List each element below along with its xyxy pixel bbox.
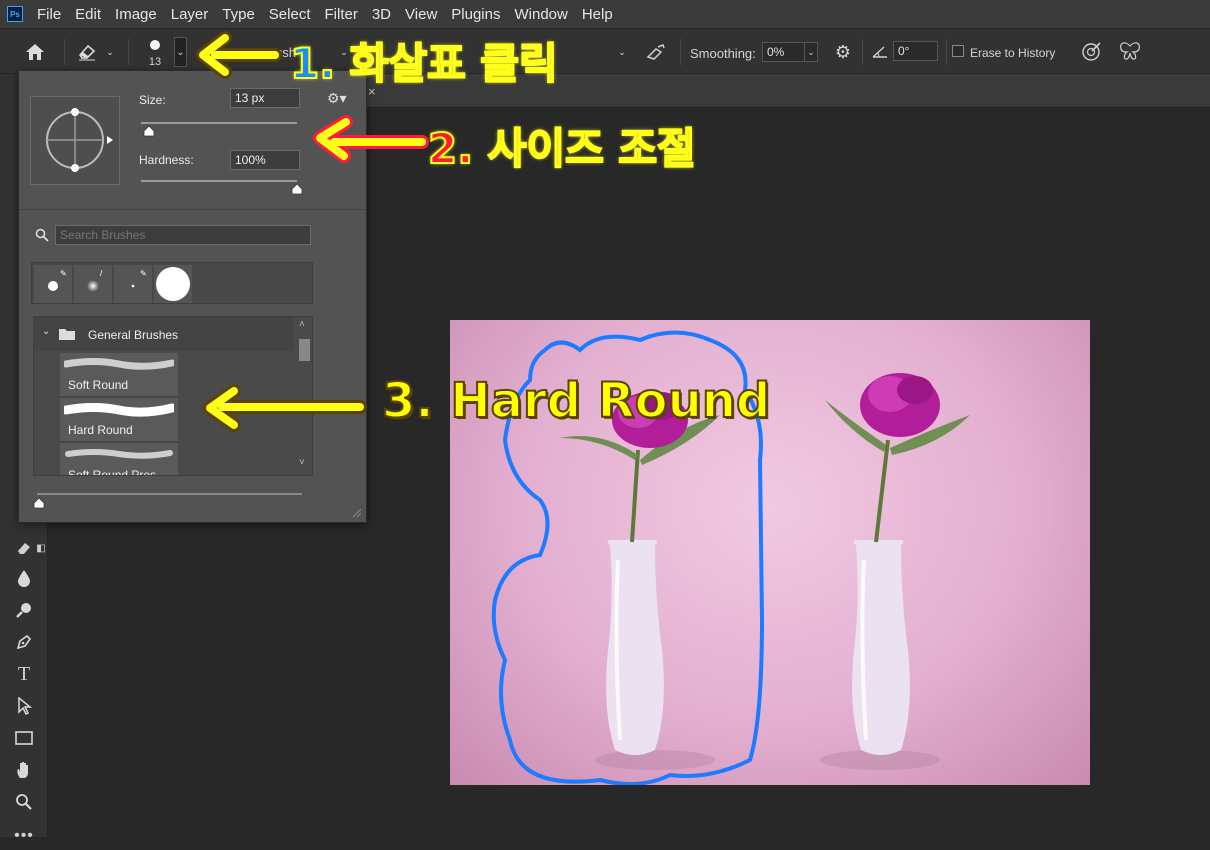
recent-brush-1[interactable]: ✎ — [34, 265, 72, 303]
brush-name-hard-round: Hard Round — [68, 423, 133, 437]
menu-3d[interactable]: 3D — [372, 6, 391, 23]
brush-item-soft-round[interactable]: Soft Round — [60, 353, 178, 397]
brush-item-soft-round-pressure[interactable]: Soft Round Pres — [60, 443, 178, 476]
brush-angle-preview[interactable] — [30, 96, 120, 185]
panel-settings-gear-icon[interactable]: ⚙▾ — [327, 90, 351, 106]
menu-help[interactable]: Help — [582, 6, 613, 23]
dodge-tool-icon[interactable] — [10, 596, 38, 624]
menu-window[interactable]: Window — [514, 6, 567, 23]
gear-icon[interactable]: ⚙ — [830, 40, 856, 64]
tool-preset-chevron-icon[interactable]: ⌄ — [104, 45, 116, 59]
annotation-step-1: 1. 화살표 클릭 — [289, 38, 559, 89]
folder-name: General Brushes — [88, 328, 179, 342]
home-icon[interactable] — [22, 40, 48, 64]
menu-edit[interactable]: Edit — [75, 6, 101, 23]
menu-file[interactable]: File — [37, 6, 61, 23]
resize-grip-icon[interactable] — [350, 506, 362, 518]
erase-history-checkbox[interactable] — [952, 45, 964, 57]
hardness-slider-thumb[interactable] — [291, 183, 303, 195]
menu-layer[interactable]: Layer — [171, 6, 209, 23]
brush-folder-general[interactable]: ⌄ General Brushes — [34, 317, 294, 351]
size-slider-track[interactable] — [141, 122, 297, 124]
preview-size-slider-thumb[interactable] — [33, 497, 45, 509]
pen-tool-icon[interactable] — [10, 628, 38, 656]
blur-tool-icon[interactable] — [10, 564, 38, 592]
eraser-icon[interactable] — [74, 40, 100, 64]
brush-item-hard-round[interactable]: Hard Round — [60, 398, 178, 442]
search-brushes-input[interactable] — [55, 225, 311, 245]
svg-text:✎: ✎ — [140, 269, 147, 278]
brush-size-value: 13 — [148, 56, 162, 68]
photoshop-logo[interactable]: Ps — [7, 6, 23, 22]
menu-select[interactable]: Select — [269, 6, 311, 23]
folder-icon — [59, 329, 75, 340]
brush-picker-arrow-button[interactable]: ⌄ — [174, 37, 187, 67]
smoothing-input[interactable]: 0% — [762, 42, 806, 62]
flow-chevron-icon[interactable]: ⌄ — [616, 45, 628, 59]
scrollbar-thumb[interactable] — [299, 339, 310, 361]
zoom-tool-icon[interactable] — [10, 788, 38, 816]
hand-tool-icon[interactable] — [10, 756, 38, 784]
angle-icon — [870, 42, 890, 62]
brush-name-soft-round-pressure: Soft Round Pres — [68, 468, 157, 476]
search-icon — [35, 228, 49, 242]
svg-text:/: / — [100, 269, 103, 278]
annotation-step-3: 3. Hard Round — [381, 372, 771, 430]
annotation-step-2: 2. 사이즈 조절 — [427, 123, 697, 174]
menu-plugins[interactable]: Plugins — [451, 6, 500, 23]
scroll-up-icon[interactable]: ˄ — [299, 319, 305, 330]
symmetry-butterfly-icon[interactable] — [1116, 39, 1144, 65]
recent-brush-4[interactable] — [154, 265, 192, 303]
arrow-2-icon — [313, 115, 429, 163]
scroll-down-icon[interactable]: ˅ — [299, 457, 305, 468]
size-slider-thumb[interactable] — [143, 125, 155, 137]
menu-image[interactable]: Image — [115, 6, 157, 23]
angle-input[interactable]: 0° — [893, 41, 938, 61]
brush-name-soft-round: Soft Round — [68, 378, 129, 392]
arrow-3-icon — [203, 385, 367, 432]
eraser-tool-icon[interactable] — [10, 534, 38, 562]
path-selection-tool-icon[interactable] — [10, 692, 38, 720]
arrow-1-icon — [196, 31, 282, 79]
more-tools-icon[interactable]: ••• — [10, 822, 38, 850]
preview-size-slider-track[interactable] — [37, 493, 302, 495]
airbrush-icon[interactable] — [642, 40, 668, 64]
menu-view[interactable]: View — [405, 6, 437, 23]
hardness-label: Hardness: — [139, 153, 194, 167]
recent-brush-2[interactable]: / — [74, 265, 112, 303]
folder-expand-chevron-icon[interactable]: ⌄ — [42, 326, 50, 337]
options-bar: ⌄ 13 ⌄ Brush ⌄ ⌄ Smoothing: 0% ⌄ ⚙ 0° Er… — [0, 28, 1210, 74]
erase-history-label: Erase to History — [970, 46, 1056, 60]
recent-brushes-row: ✎ / ✎ — [31, 262, 313, 304]
hardness-slider-track[interactable] — [141, 180, 297, 182]
hardness-input[interactable]: 100% — [230, 150, 300, 170]
size-input[interactable]: 13 px — [230, 88, 300, 108]
brush-tip-icon[interactable] — [142, 37, 168, 53]
rectangle-tool-icon[interactable] — [10, 724, 38, 752]
menu-bar: Ps File Edit Image Layer Type Select Fil… — [0, 0, 1210, 28]
svg-text:✎: ✎ — [60, 269, 67, 278]
type-tool-icon[interactable]: T — [10, 660, 38, 688]
pressure-opacity-icon[interactable] — [1078, 39, 1104, 65]
menu-type[interactable]: Type — [222, 6, 255, 23]
recent-brush-3[interactable]: ✎ — [114, 265, 152, 303]
menu-filter[interactable]: Filter — [325, 6, 358, 23]
size-label: Size: — [139, 93, 166, 107]
smoothing-label: Smoothing: — [690, 45, 756, 61]
smoothing-chevron-icon[interactable]: ⌄ — [804, 42, 818, 62]
gradient-tool-icon[interactable]: ◧ — [36, 534, 46, 562]
